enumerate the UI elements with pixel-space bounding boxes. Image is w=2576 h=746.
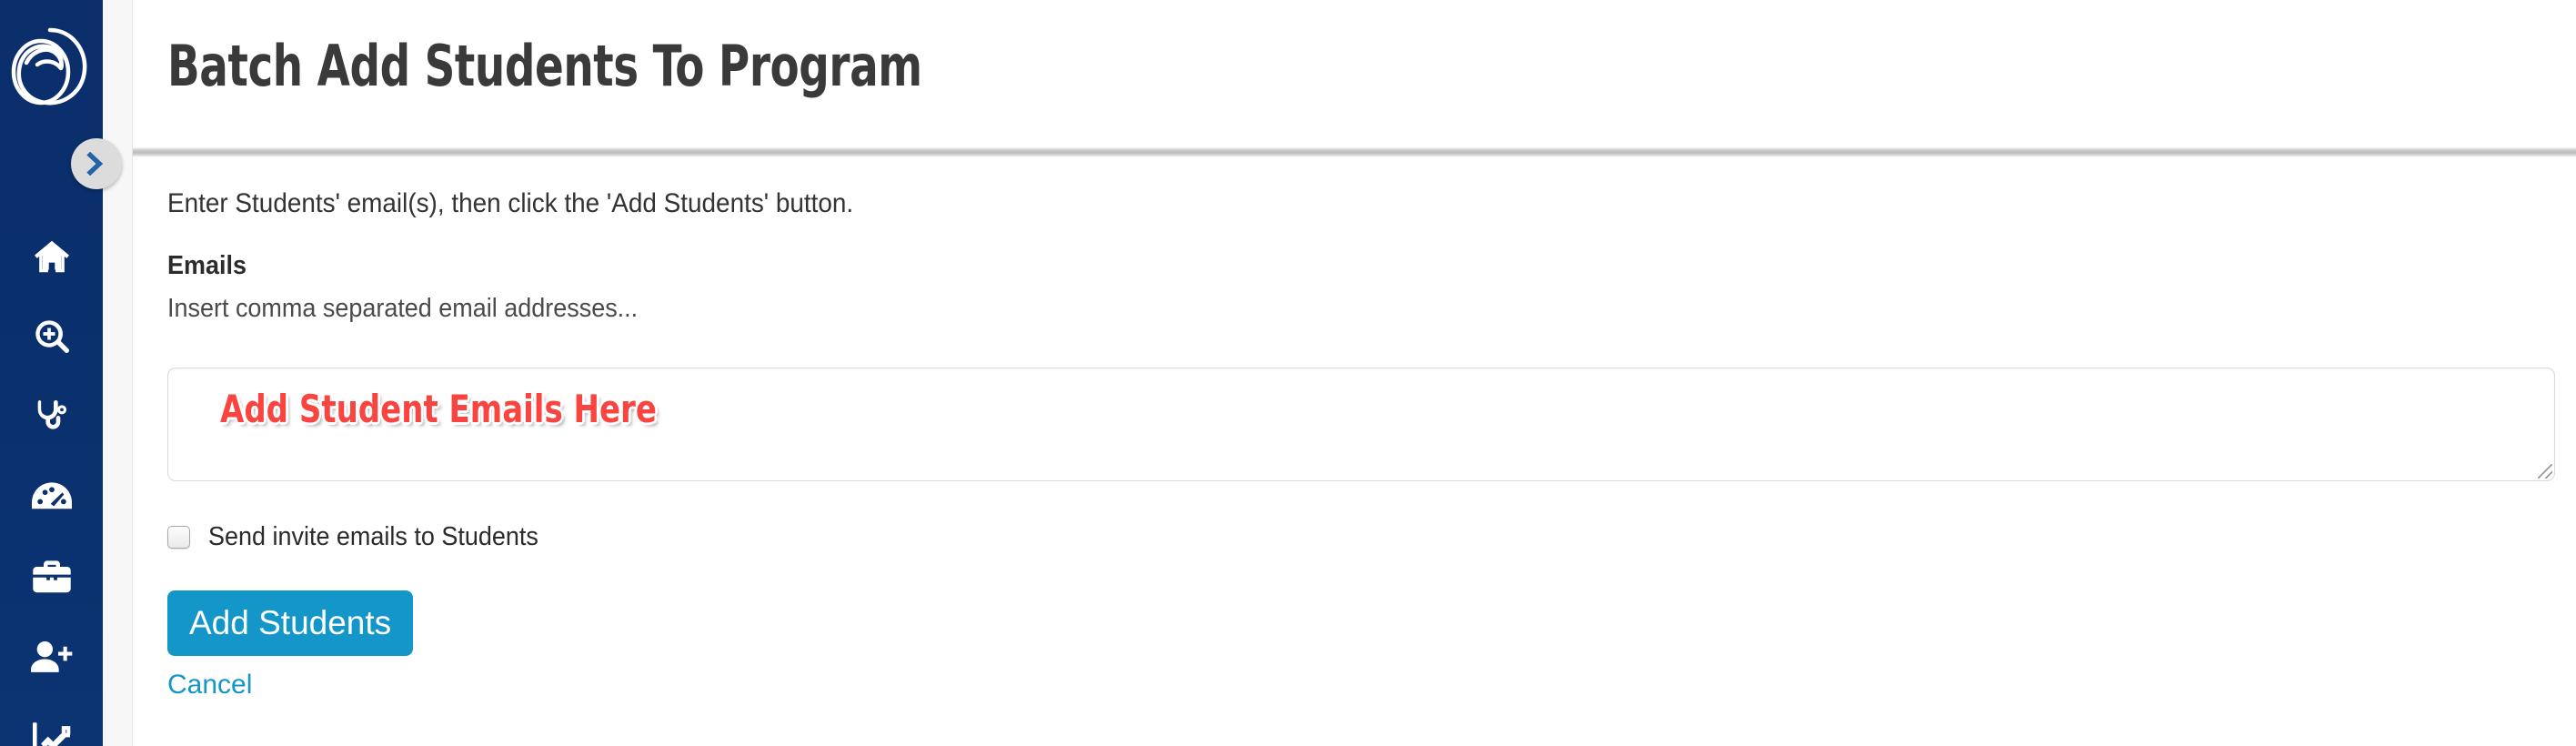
send-invite-label: Send invite emails to Students [208,521,538,551]
sidebar-item-dashboard[interactable] [0,457,103,537]
emails-field-hint: Insert comma separated email addresses..… [167,294,639,323]
user-plus-icon [30,640,73,673]
header-divider [133,147,2576,157]
search-plus-icon [34,318,70,355]
sidebar-gutter [103,0,132,746]
briefcase-icon [32,560,71,594]
emails-field-label: Emails [167,251,247,280]
main-content: Batch Add Students To Program Enter Stud… [132,0,2576,746]
sidebar-item-search[interactable] [0,297,103,377]
send-invite-row: Send invite emails to Students [167,521,563,552]
form-instructions: Enter Students' email(s), then click the… [167,188,854,218]
page-header: Batch Add Students To Program [133,0,2576,147]
home-icon [33,239,71,274]
emails-input-wrapper: Add Student Emails Here [167,368,2555,481]
sidebar-nav-list [0,217,103,746]
app-root: Batch Add Students To Program Enter Stud… [0,0,2576,746]
brand-logo[interactable] [0,7,103,126]
chevron-right-icon [85,150,108,177]
sidebar-item-reports[interactable] [0,697,103,746]
sidebar-item-home[interactable] [0,217,103,297]
emails-textarea[interactable] [167,368,2555,481]
sidebar-item-clinical[interactable] [0,377,103,457]
dashboard-icon [31,481,72,512]
primary-sidebar [0,0,103,746]
send-invite-checkbox[interactable] [167,525,190,549]
sidebar-item-add-user[interactable] [0,617,103,697]
sidebar-item-programs[interactable] [0,537,103,617]
chart-line-icon [32,722,71,746]
add-students-button[interactable]: Add Students [167,590,414,656]
stethoscope-icon [35,398,69,435]
expand-sidebar-button[interactable] [71,138,122,189]
page-title: Batch Add Students To Program [167,33,922,99]
cancel-link[interactable]: Cancel [167,670,252,701]
